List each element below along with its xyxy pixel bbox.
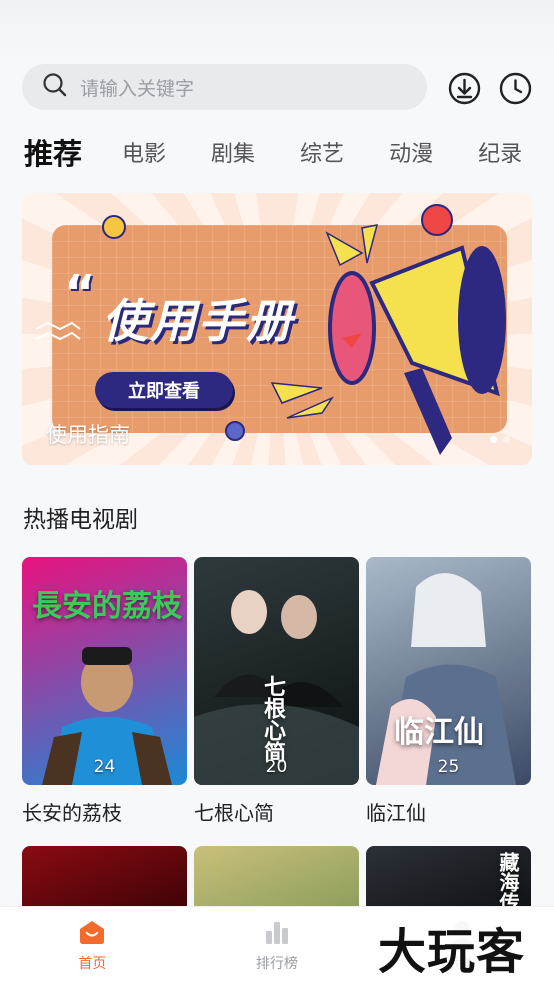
tab-variety[interactable]: 综艺 — [300, 136, 344, 168]
tab-series[interactable]: 剧集 — [211, 136, 255, 168]
search-row: 请输入关键字 — [22, 64, 532, 110]
poster-title-text: 藏海传 — [496, 852, 520, 912]
show-title[interactable]: 临江仙 — [366, 797, 531, 826]
show-card[interactable]: 長安的荔枝 24 长安的荔枝 — [22, 557, 187, 826]
show-card[interactable]: 七根心简 20 七根心简 — [194, 557, 359, 826]
nav-ranking[interactable]: 排行榜 — [185, 907, 370, 985]
nav-home[interactable]: 首页 — [0, 907, 185, 985]
poster-title-text: 長安的荔枝 — [32, 589, 182, 624]
carousel-dot-2[interactable] — [503, 436, 510, 443]
carousel-dot-1[interactable] — [490, 436, 497, 443]
download-icon[interactable] — [447, 71, 481, 105]
nav-home-label: 首页 — [78, 956, 107, 972]
history-icon[interactable] — [498, 71, 532, 105]
show-poster[interactable]: 七根心简 20 — [194, 557, 359, 785]
watermark: 大玩客 — [378, 912, 526, 982]
search-icon — [42, 72, 68, 102]
show-poster[interactable]: 長安的荔枝 24 — [22, 557, 187, 785]
show-poster[interactable]: 临江仙 25 — [366, 557, 531, 785]
category-tabs: 推荐 电影 剧集 综艺 动漫 纪录 — [24, 132, 554, 172]
quote-mark: “ — [64, 265, 96, 321]
show-title[interactable]: 长安的荔枝 — [22, 797, 187, 826]
megaphone-icon — [328, 245, 506, 455]
tab-anime[interactable]: 动漫 — [389, 136, 433, 168]
home-icon — [80, 921, 105, 944]
search-placeholder: 请输入关键字 — [80, 77, 195, 100]
poster-title-text: 临江仙 — [394, 715, 484, 750]
nav-ranking-label: 排行榜 — [256, 956, 298, 972]
poster-title-text: 七根心简 — [260, 675, 285, 763]
section-title: 热播电视剧 — [23, 507, 138, 533]
tab-recommend[interactable]: 推荐 — [24, 132, 82, 172]
show-card[interactable]: 临江仙 25 临江仙 — [366, 557, 531, 826]
carousel-dots — [490, 436, 510, 443]
tab-documentary[interactable]: 纪录 — [478, 136, 522, 168]
banner-title: 使用手册 — [102, 294, 294, 348]
banner-caption: 使用指南 — [46, 423, 130, 447]
episode-count: 25 — [437, 757, 460, 777]
chart-icon — [266, 922, 288, 944]
banner-carousel[interactable]: “ 使用手册 立即查看 使用指南 — [22, 193, 532, 465]
search-input[interactable]: 请输入关键字 — [22, 64, 427, 110]
episode-count: 20 — [265, 757, 288, 777]
tab-movies[interactable]: 电影 — [122, 136, 166, 168]
episode-count: 24 — [93, 757, 116, 777]
show-title[interactable]: 七根心简 — [194, 797, 359, 826]
view-now-button[interactable]: 立即查看 — [95, 372, 233, 408]
